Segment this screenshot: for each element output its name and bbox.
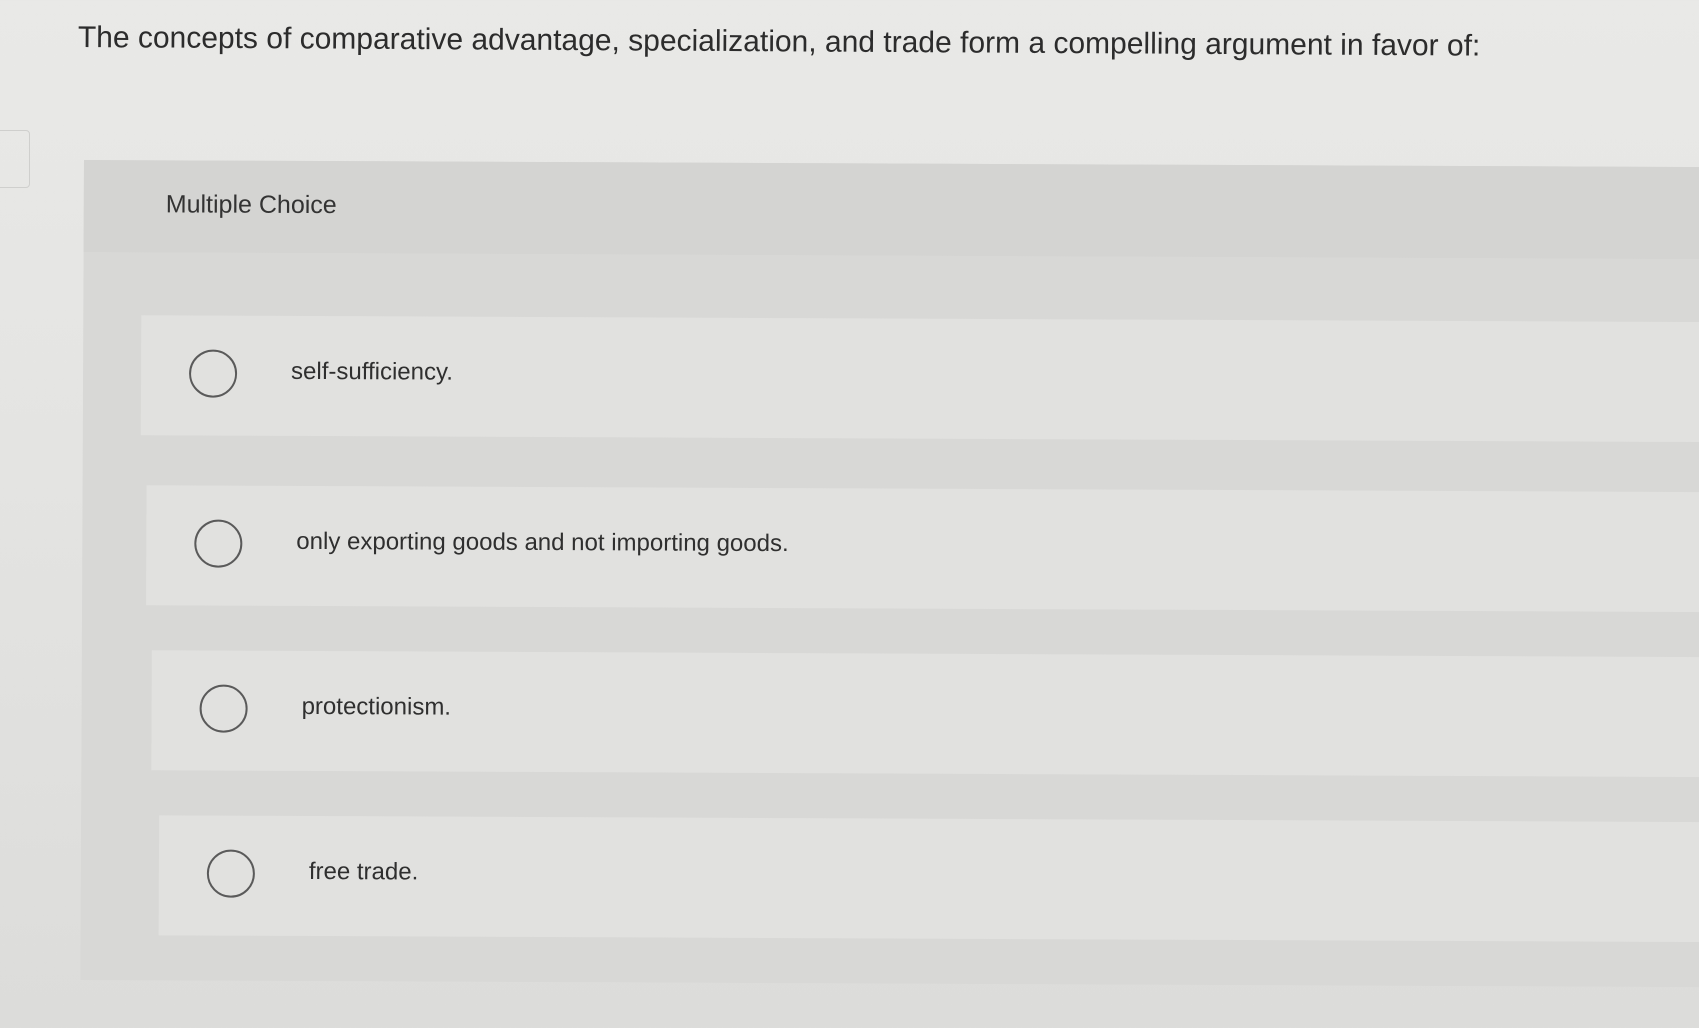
radio-button[interactable]	[188, 349, 238, 398]
choice-label: protectionism.	[301, 692, 452, 721]
choice-option-protectionism[interactable]: protectionism.	[151, 650, 1699, 778]
multiple-choice-panel: Multiple Choice self-sufficiency. only e…	[80, 160, 1699, 988]
panel-header: Multiple Choice	[83, 160, 1699, 260]
choice-option-self-sufficiency[interactable]: self-sufficiency.	[140, 315, 1699, 443]
radio-button[interactable]	[194, 519, 243, 568]
choice-label: self-sufficiency.	[291, 357, 453, 386]
radio-button[interactable]	[206, 849, 255, 898]
choice-label: only exporting goods and not importing g…	[296, 527, 789, 558]
section-label: Multiple Choice	[165, 190, 337, 220]
choice-option-only-exporting[interactable]: only exporting goods and not importing g…	[146, 485, 1699, 613]
choice-label: free trade.	[308, 857, 419, 886]
margin-edge-mark	[0, 130, 30, 188]
question-prompt: The concepts of comparative advantage, s…	[77, 20, 1481, 63]
radio-button[interactable]	[199, 684, 248, 733]
choice-option-free-trade[interactable]: free trade.	[158, 815, 1699, 943]
